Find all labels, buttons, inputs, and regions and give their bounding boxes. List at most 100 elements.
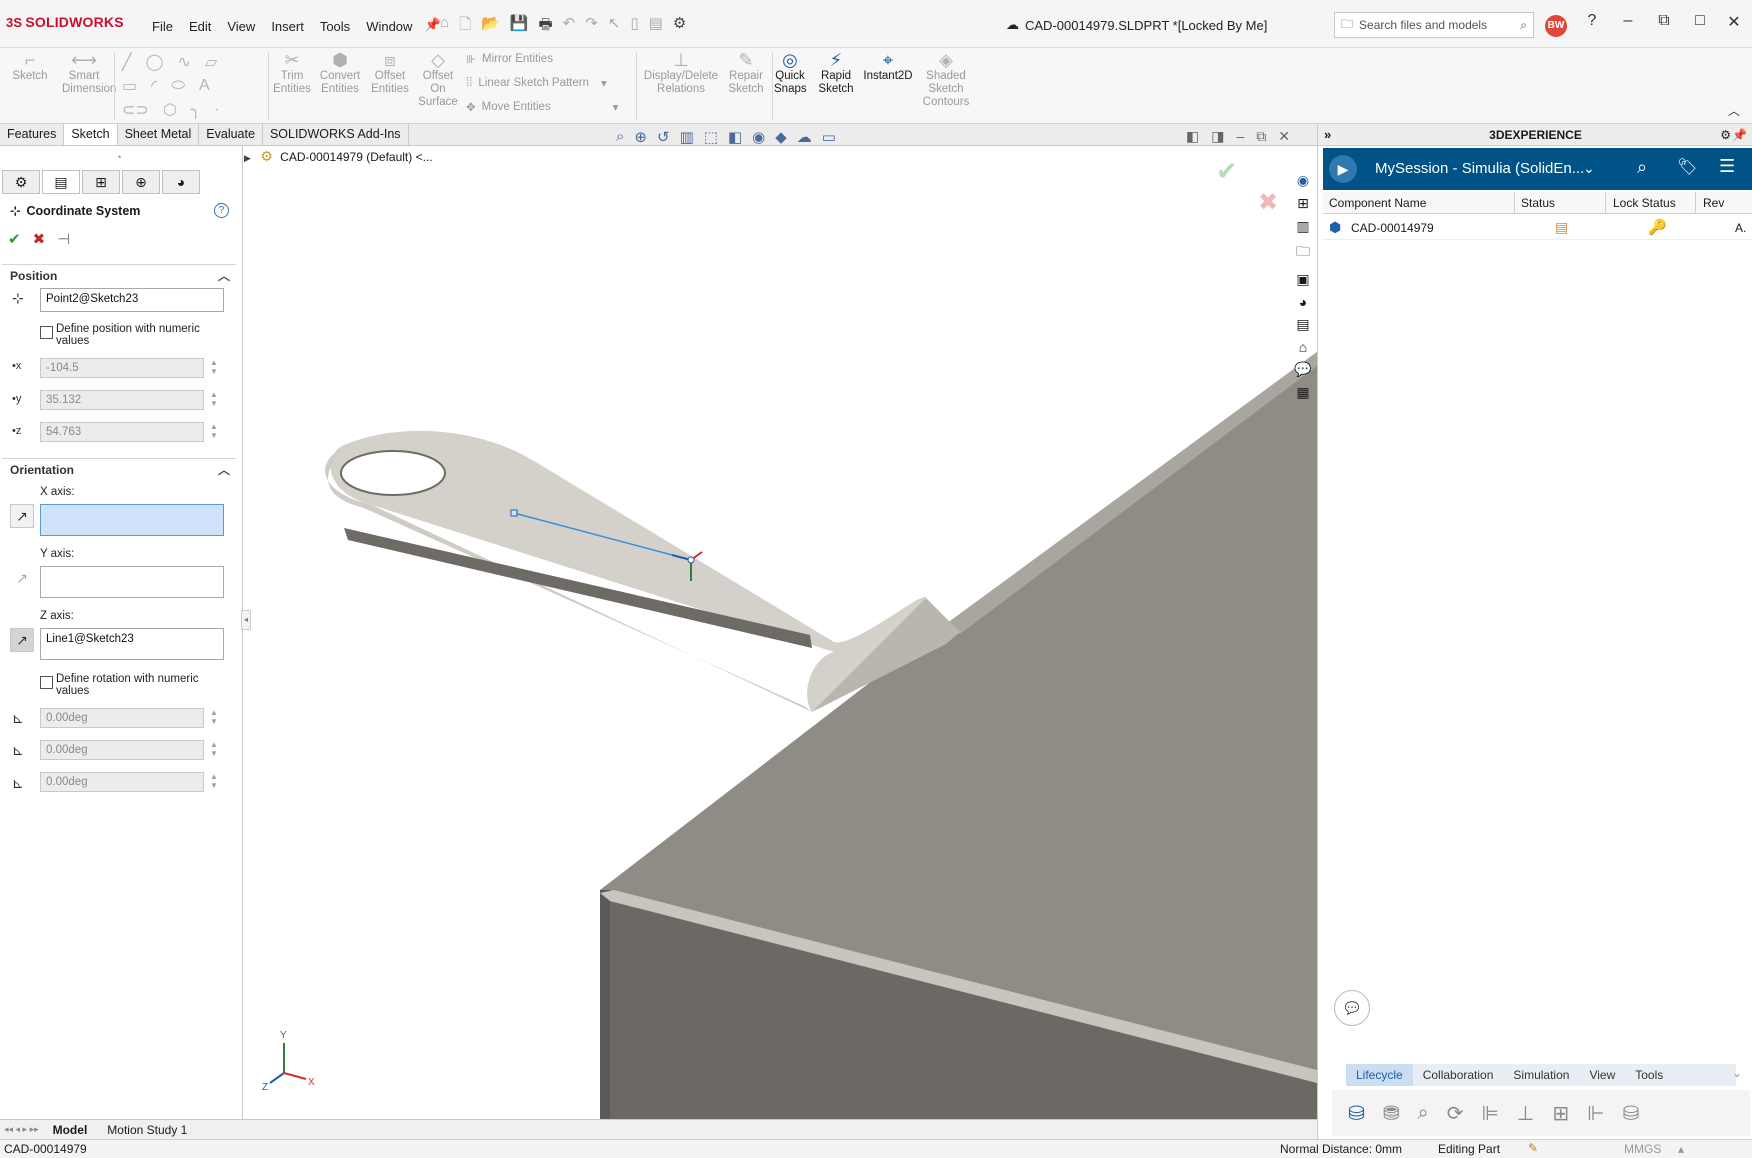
collapse-icon[interactable]: ︿ (218, 267, 230, 284)
sketch-point[interactable] (510, 509, 518, 517)
solidworks-forum-icon[interactable]: ▦ (1296, 384, 1309, 401)
column-lock-status[interactable]: Lock Status (1613, 196, 1676, 210)
chat-bubble-icon[interactable]: 💬 (1334, 990, 1370, 1026)
orientation-section-header[interactable]: Orientation ︿ (2, 458, 236, 478)
dimxpert-manager-tab[interactable]: ⊕ (122, 170, 160, 194)
tab-model[interactable]: Model (43, 1122, 98, 1138)
help-icon[interactable]: ? (1580, 12, 1604, 30)
ellipse-icon[interactable]: ⬭ (171, 77, 185, 95)
add-node-icon[interactable]: ⊞ (1552, 1101, 1569, 1126)
reverse-x-axis-icon[interactable]: ↗ (10, 504, 34, 528)
z-axis-field[interactable]: Line1@Sketch23 (40, 628, 224, 660)
display-manager-tab[interactable]: ◕ (162, 170, 200, 194)
trim-entities-button[interactable]: ✂ Trim Entities (272, 51, 312, 96)
tab-motion-study[interactable]: Motion Study 1 (97, 1122, 197, 1138)
text-icon[interactable]: A (199, 77, 210, 95)
menu-window[interactable]: Window (358, 17, 420, 36)
appearances-icon[interactable]: ◕ (1299, 294, 1307, 310)
rebuild-icon[interactable]: ▯ (630, 14, 638, 39)
rotation-z-spinner-icon[interactable]: ▲ ▼ (210, 772, 220, 790)
maximize-icon[interactable]: □ (1688, 12, 1712, 30)
open-icon[interactable]: 📂 (481, 14, 500, 39)
slot-icon[interactable]: ⊂⊃ (122, 100, 149, 120)
tab-scroll-icons[interactable]: ◂◂ ◂ ▸ ▸▸ (4, 1124, 39, 1135)
file-explorer-icon[interactable]: 🗀 (1296, 241, 1310, 265)
file-properties-icon[interactable]: ▤ (649, 14, 663, 39)
collapse-toolbar-icon[interactable]: ⌄ (1732, 1066, 1742, 1080)
menu-tools[interactable]: Tools (312, 17, 358, 36)
home-icon[interactable]: ⌂ (1299, 339, 1307, 355)
expand-pane-icon[interactable]: » (1324, 124, 1331, 146)
z-coordinate-field[interactable]: 54.763 (40, 422, 204, 442)
design-library-icon[interactable]: ▥ (1296, 218, 1309, 235)
session-dropdown-icon[interactable]: ⌄ (1583, 160, 1595, 177)
x-axis-field[interactable] (40, 504, 224, 536)
tab-features[interactable]: Features (0, 124, 65, 145)
doc-minimize-icon[interactable]: – (1236, 128, 1244, 145)
display-delete-relations-button[interactable]: ⊥ Display/Delete Relations (640, 51, 722, 96)
search-box[interactable]: 🗀 Search files and models ⌕ (1334, 12, 1534, 38)
history-icon[interactable]: ⛁ (1623, 1101, 1640, 1126)
sync-icon[interactable]: ⟳ (1447, 1101, 1464, 1126)
menu-edit[interactable]: Edit (181, 17, 219, 36)
quick-snaps-button[interactable]: ◎ Quick Snaps (774, 51, 807, 96)
session-avatar-icon[interactable]: ▶ (1329, 155, 1357, 183)
tab-sheet-metal[interactable]: Sheet Metal (118, 124, 200, 145)
section-view-icon[interactable]: ▥ (680, 128, 694, 146)
avatar[interactable]: BW (1545, 15, 1567, 37)
position-origin-field[interactable]: Point2@Sketch23 (40, 288, 224, 312)
mirror-entities-button[interactable]: ⊪ Mirror Entities (466, 52, 553, 66)
smart-dimension-button[interactable]: ⟷ Smart Dimension (62, 51, 116, 96)
point-icon[interactable]: · (214, 101, 219, 119)
help-icon[interactable]: ? (214, 203, 229, 218)
define-rotation-checkbox[interactable] (40, 676, 53, 689)
move-entities-button[interactable]: ✥ Move Entities ▾ (466, 100, 618, 114)
keep-visible-pin-icon[interactable]: ⊣ (57, 230, 70, 248)
convert-entities-button[interactable]: ⬢ Convert Entities (318, 51, 362, 96)
arc-icon[interactable]: ◜ (151, 76, 157, 96)
reverse-z-axis-icon[interactable]: ↗ (10, 628, 34, 652)
feature-manager-tab[interactable]: ⚙ (2, 170, 40, 194)
rapid-sketch-button[interactable]: ⚡ Rapid Sketch (816, 51, 856, 96)
x-coordinate-field[interactable]: -104.5 (40, 358, 204, 378)
spline-icon[interactable]: ∿ (178, 52, 191, 72)
tab-evaluate[interactable]: Evaluate (199, 124, 263, 145)
structure-icon[interactable]: ⊫ (1482, 1101, 1499, 1126)
settings-gear-icon[interactable]: ⚙ (1720, 124, 1731, 146)
y-axis-field[interactable] (40, 566, 224, 598)
tile-right-icon[interactable]: ◨ (1211, 128, 1224, 145)
tag-icon[interactable]: 🏷 (1677, 157, 1697, 177)
linear-sketch-pattern-button[interactable]: ⁞⁞ Linear Sketch Pattern ▾ (466, 76, 607, 90)
panel-resize-dot[interactable]: • (118, 152, 121, 162)
tab-tools[interactable]: Tools (1625, 1064, 1673, 1086)
rectangle-icon[interactable]: ▭ (122, 76, 137, 96)
collapse-icon[interactable]: ︿ (218, 461, 230, 478)
column-status[interactable]: Status (1521, 196, 1555, 210)
print-icon[interactable]: 🖶 (539, 14, 553, 39)
plane-icon[interactable]: ▱ (205, 52, 217, 72)
configuration-manager-tab[interactable]: ⊞ (82, 170, 120, 194)
view-palette-icon[interactable]: ▣ (1296, 271, 1309, 288)
tab-lifecycle[interactable]: Lifecycle (1346, 1064, 1413, 1086)
tab-view[interactable]: View (1579, 1064, 1625, 1086)
instant2d-button[interactable]: ⌖ Instant2D (860, 51, 916, 83)
save-icon[interactable]: 💾 (510, 14, 529, 39)
property-manager-tab[interactable]: ▤ (42, 170, 80, 194)
rotation-y-field[interactable]: 0.00deg (40, 740, 204, 760)
close-icon[interactable]: ✕ (1722, 12, 1746, 32)
view-settings-icon[interactable]: ▭ (822, 128, 836, 146)
polygon-icon[interactable]: ⬡ (163, 100, 177, 120)
minimize-icon[interactable]: – (1616, 12, 1640, 30)
custom-properties-icon[interactable]: ▤ (1296, 316, 1309, 333)
resources-icon[interactable]: ⊞ (1297, 195, 1309, 212)
z-spinner-icon[interactable]: ▲ ▼ (210, 422, 220, 440)
menu-view[interactable]: View (219, 17, 263, 36)
y-coordinate-field[interactable]: 35.132 (40, 390, 204, 410)
chevron-down-icon[interactable]: ▾ (601, 76, 607, 90)
database-icon[interactable]: ⛃ (1383, 1101, 1400, 1126)
forum-icon[interactable]: 💬 (1294, 361, 1311, 378)
rotation-y-spinner-icon[interactable]: ▲ ▼ (210, 740, 220, 758)
edit-appearance-icon[interactable]: ◆ (775, 128, 787, 146)
graphics-viewport[interactable]: Y X Z (244, 148, 1317, 1119)
search-icon[interactable]: ⌕ (1520, 18, 1527, 33)
